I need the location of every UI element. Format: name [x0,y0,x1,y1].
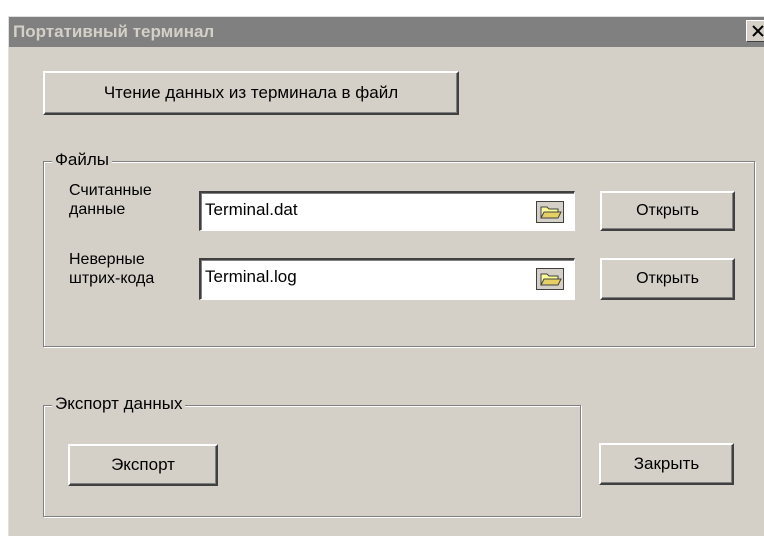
read-data-file-input[interactable]: Terminal.dat [199,191,575,231]
bad-barcodes-label: Неверные штрих-кода [69,251,155,287]
read-data-label: Считанные данные [69,182,152,218]
bad-barcodes-file-input[interactable]: Terminal.log [199,258,575,300]
window-title: Портативный терминал [13,22,215,41]
dialog-window: Портативный терминал Чтение данных из те… [8,16,764,536]
read-data-file-value: Terminal.dat [205,200,298,219]
open-bad-barcodes-button[interactable]: Открыть [600,258,735,300]
export-button[interactable]: Экспорт [68,444,218,486]
bad-barcodes-file-value: Terminal.log [205,267,297,286]
open-read-data-button[interactable]: Открыть [600,191,735,231]
files-group-label: Файлы [52,150,113,170]
title-bar: Портативный терминал [9,17,764,47]
close-icon [752,25,764,37]
folder-icon[interactable] [536,268,564,290]
files-group: Файлы Считанные данные Terminal.dat Откр… [43,150,755,347]
read-data-button[interactable]: Чтение данных из терминала в файл [43,71,459,115]
close-window-button[interactable] [746,20,764,42]
folder-icon[interactable] [536,201,564,223]
export-group: Экспорт данных Экспорт [43,394,581,517]
export-group-label: Экспорт данных [52,394,186,414]
close-button[interactable]: Закрыть [599,443,734,485]
